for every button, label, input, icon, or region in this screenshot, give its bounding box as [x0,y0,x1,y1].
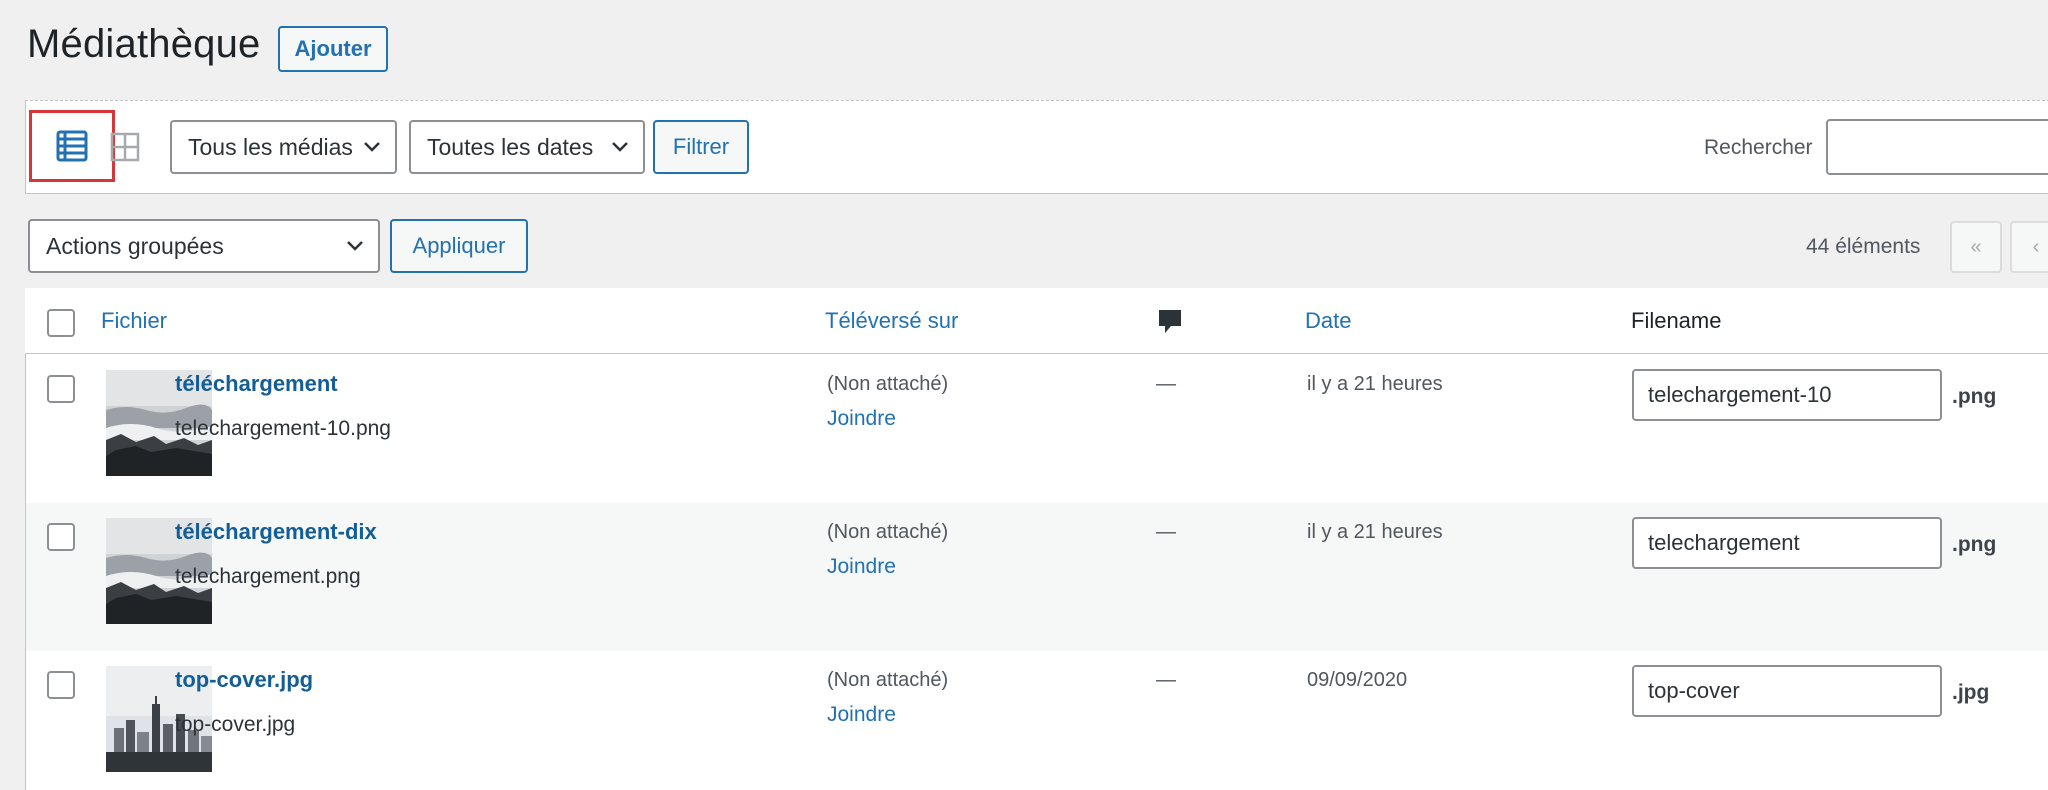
list-view-button[interactable] [29,110,115,182]
file-extension: .png [1952,385,1997,408]
attachment-status: (Non attaché) [827,669,949,691]
attachment-status: (Non attaché) [827,373,949,395]
attach-link[interactable]: Joindre [827,703,896,727]
date-select[interactable]: Toutes les dates [409,120,645,174]
list-view-icon [56,130,88,162]
file-extension: .png [1952,533,1997,556]
media-type-select-value: Tous les médias [188,133,353,160]
table-header: Fichier Téléversé sur Date Filename [25,288,2048,354]
filename-input[interactable]: telechargement-10 [1632,369,1942,421]
select-all-checkbox[interactable] [47,309,75,337]
upload-date: il y a 21 heures [1307,373,1443,395]
attach-link[interactable]: Joindre [827,407,896,431]
column-date[interactable]: Date [1305,308,1351,334]
media-title-link[interactable]: téléchargement [175,371,338,397]
comments-count: — [1156,373,1176,395]
attach-link[interactable]: Joindre [827,555,896,579]
row-checkbox[interactable] [47,523,75,551]
grid-view-button[interactable] [108,130,142,164]
table-row: téléchargement-dix telechargement.png (N… [26,503,2048,651]
add-media-button[interactable]: Ajouter [278,26,388,72]
table-row: top-cover.jpg top-cover.jpg (Non attaché… [26,651,2048,790]
apply-button[interactable]: Appliquer [390,219,528,273]
filename-input[interactable]: telechargement [1632,517,1942,569]
grid-view-icon [110,132,140,162]
chevron-down-icon [347,241,363,251]
row-checkbox[interactable] [47,375,75,403]
comment-icon[interactable] [1157,308,1183,341]
comments-count: — [1156,521,1176,543]
media-title-link[interactable]: top-cover.jpg [175,667,313,693]
search-input[interactable] [1826,119,2048,175]
attachment-status: (Non attaché) [827,521,949,543]
media-file-name: top-cover.jpg [175,713,296,736]
prev-page-button[interactable]: ‹ [2010,221,2048,273]
bulk-actions-select[interactable]: Actions groupées [28,219,380,273]
media-type-select[interactable]: Tous les médias [170,120,397,174]
comments-count: — [1156,669,1176,691]
column-filename: Filename [1631,308,1722,333]
table-row: téléchargement telechargement-10.png (No… [26,355,2048,503]
item-count: 44 éléments [1806,235,1921,258]
filename-input-value: telechargement-10 [1648,382,1832,407]
page-title: Médiathèque [27,22,261,66]
upload-date: il y a 21 heures [1307,521,1443,543]
row-checkbox[interactable] [47,671,75,699]
first-page-button[interactable]: « [1950,221,2002,273]
media-title-link[interactable]: téléchargement-dix [175,519,377,545]
filter-button[interactable]: Filtrer [653,120,749,174]
bulk-actions-value: Actions groupées [46,232,224,259]
column-file[interactable]: Fichier [101,308,167,334]
upload-date: 09/09/2020 [1307,669,1408,691]
filename-input[interactable]: top-cover [1632,665,1942,717]
media-file-name: telechargement-10.png [175,417,391,440]
date-select-value: Toutes les dates [427,133,594,160]
chevron-down-icon [364,142,380,152]
media-file-name: telechargement.png [175,565,361,588]
column-uploaded-to[interactable]: Téléversé sur [825,308,958,334]
file-extension: .jpg [1952,681,1990,704]
chevron-down-icon [612,142,628,152]
filename-input-value: telechargement [1648,530,1800,555]
filename-input-value: top-cover [1648,678,1740,703]
search-label: Rechercher [1704,136,1813,159]
